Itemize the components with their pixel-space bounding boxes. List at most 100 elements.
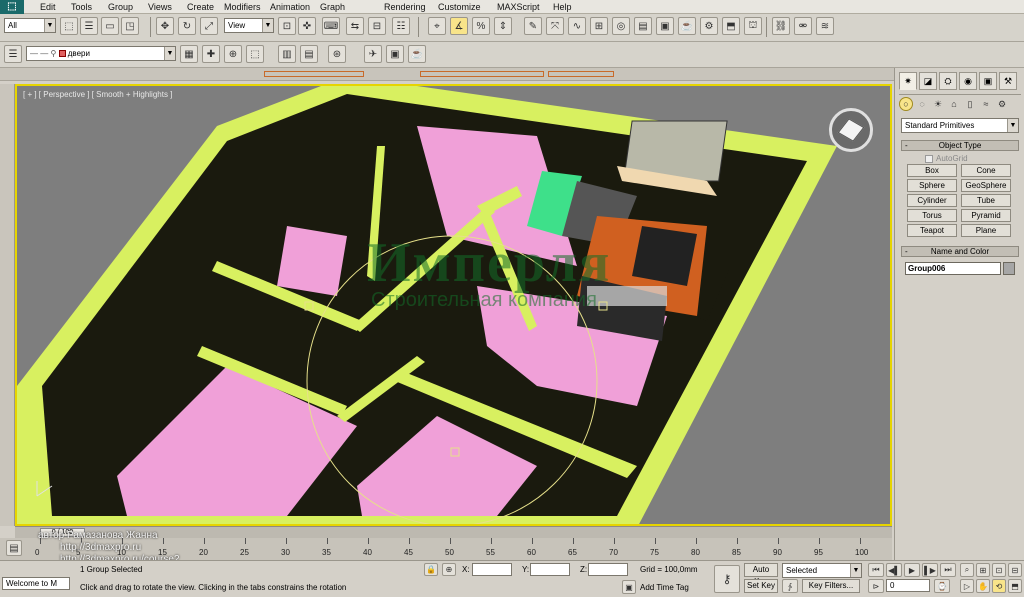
modify-tab-icon[interactable]: ◪ (919, 72, 937, 90)
link-icon[interactable]: ⛓ (772, 17, 790, 35)
object-name-field[interactable]: Group006 (905, 262, 1001, 275)
primitive-button[interactable]: GeoSphere (961, 179, 1011, 192)
environment-icon[interactable]: ⬒ (722, 17, 740, 35)
percent-snap-icon[interactable]: % (472, 17, 490, 35)
previous-frame-icon[interactable]: ◀▌ (886, 563, 902, 577)
viewcube[interactable] (829, 108, 873, 152)
primitive-button[interactable]: Pyramid (961, 209, 1011, 222)
checkbox-icon[interactable] (925, 154, 933, 163)
bind-spacewarp-icon[interactable]: ≋ (816, 17, 834, 35)
key-selection-dropdown[interactable]: Selected ▼ (782, 563, 862, 578)
object-color-swatch[interactable] (1003, 262, 1015, 275)
rectangular-selection-icon[interactable]: ▭ (101, 17, 119, 35)
hierarchy-tab-icon[interactable]: ⛭ (939, 72, 957, 90)
menu-item[interactable]: Graph Editors (320, 0, 348, 26)
systems-icon[interactable]: ⚙ (995, 97, 1009, 111)
select-object-icon[interactable]: ⬚ (60, 17, 78, 35)
edit-named-selection-icon[interactable]: ✎ (524, 17, 542, 35)
ribbon-tab-marker[interactable] (548, 71, 614, 77)
play-icon[interactable]: ▶ (904, 563, 920, 577)
primitive-button[interactable]: Tube (961, 194, 1011, 207)
absolute-mode-icon[interactable]: ⊕ (442, 563, 456, 576)
layer-manager-icon[interactable]: ▦ (180, 45, 198, 63)
add-to-layer-icon[interactable]: ⊕ (224, 45, 242, 63)
key-filters-button[interactable]: Key Filters... (802, 579, 860, 593)
time-configuration-icon[interactable]: ⌚ (934, 579, 950, 593)
menu-item[interactable]: Help (553, 0, 572, 14)
perspective-viewport[interactable]: [ + ] [ Perspective ] [ Smooth + Highlig… (15, 84, 892, 526)
orbit-icon[interactable]: ⟲ (992, 579, 1006, 593)
primitive-button[interactable]: Teapot (907, 224, 957, 237)
create-layer-icon[interactable]: ✚ (202, 45, 220, 63)
teapot-render-icon[interactable]: ☕ (408, 45, 426, 63)
menu-item[interactable]: Edit (40, 0, 56, 14)
menu-item[interactable]: Animation (270, 0, 310, 14)
menu-item[interactable]: Rendering (384, 0, 426, 14)
menu-item[interactable]: Modifiers (224, 0, 261, 14)
material-editor-icon[interactable]: ◎ (612, 17, 630, 35)
scale-icon[interactable]: ⤢ (200, 17, 218, 35)
ribbon-tab-marker[interactable] (420, 71, 544, 77)
select-in-layer-icon[interactable]: ⬚ (246, 45, 264, 63)
menu-item[interactable]: Tools (71, 0, 92, 14)
viewport-label[interactable]: [ + ] [ Perspective ] [ Smooth + Highlig… (23, 90, 172, 99)
display-tab-icon[interactable]: ▣ (979, 72, 997, 90)
menu-item[interactable]: Views (148, 0, 172, 14)
align-icon[interactable]: ⊟ (368, 17, 386, 35)
key-mode-icon[interactable]: ∱ (782, 579, 798, 593)
selection-filter-dropdown[interactable]: All ▼ (4, 18, 56, 33)
render-production-icon[interactable]: ⛫ (744, 17, 762, 35)
render-frame-icon[interactable]: ▣ (656, 17, 674, 35)
menu-item[interactable]: MAXScript (497, 0, 540, 14)
x-coordinate-field[interactable] (472, 563, 512, 576)
menu-item[interactable]: Customize (438, 0, 481, 14)
keyboard-shortcut-icon[interactable]: ⌨ (322, 17, 340, 35)
zoom-icon[interactable]: ⌕ (960, 563, 974, 577)
lock-selection-icon[interactable]: 🔒 (424, 563, 438, 576)
unlink-icon[interactable]: ⚮ (794, 17, 812, 35)
move-icon[interactable]: ✥ (156, 17, 174, 35)
auto-key-button[interactable]: Auto Key (744, 563, 778, 586)
zoom-extents-icon[interactable]: ⊡ (992, 563, 1006, 577)
helpers-icon[interactable]: ▯ (963, 97, 977, 111)
render-window-icon[interactable]: ▣ (386, 45, 404, 63)
go-to-end-icon[interactable]: ⏭ (940, 563, 956, 577)
name-and-color-rollout[interactable]: - Name and Color (901, 246, 1019, 257)
time-tag-icon[interactable]: ▣ (622, 580, 636, 594)
pan-view-icon[interactable]: ✋ (976, 579, 990, 593)
viewcube-icon[interactable] (837, 118, 865, 142)
mini-curve-editor-icon[interactable]: ▤ (6, 540, 22, 556)
primitive-button[interactable]: Torus (907, 209, 957, 222)
primitive-button[interactable]: Sphere (907, 179, 957, 192)
z-coordinate-field[interactable] (588, 563, 628, 576)
next-frame-icon[interactable]: ▌▶ (922, 563, 938, 577)
autogrid-checkbox[interactable]: AutoGrid (925, 154, 968, 163)
rotate-icon[interactable]: ↻ (178, 17, 196, 35)
lights-icon[interactable]: ☀ (931, 97, 945, 111)
current-frame-field[interactable]: 0 (886, 579, 930, 592)
y-coordinate-field[interactable] (530, 563, 570, 576)
primitive-button[interactable]: Cylinder (907, 194, 957, 207)
snap-toggle-icon[interactable]: ⌖ (428, 17, 446, 35)
primitive-button[interactable]: Box (907, 164, 957, 177)
primitive-button[interactable]: Cone (961, 164, 1011, 177)
render-preset-icon[interactable]: ⚙ (700, 17, 718, 35)
app-logo-icon[interactable]: ⬚ (0, 0, 24, 14)
cameras-icon[interactable]: ⌂ (947, 97, 961, 111)
spinner-snap-icon[interactable]: ⇕ (494, 17, 512, 35)
mirror-icon[interactable]: ⇆ (346, 17, 364, 35)
curve-editor-icon[interactable]: ∿ (568, 17, 586, 35)
ribbon-icon[interactable]: ▤ (300, 45, 318, 63)
layer-list-icon[interactable]: ☰ (4, 45, 22, 63)
zoom-extents-all-icon[interactable]: ⊟ (1008, 563, 1022, 577)
reference-coordinate-dropdown[interactable]: View ▼ (224, 18, 274, 33)
layer-dropdown[interactable]: — — ⚲ двери ▼ (26, 46, 176, 61)
layer-manager-icon[interactable]: ☷ (392, 17, 410, 35)
maximize-viewport-icon[interactable]: ⬒ (1008, 579, 1022, 593)
shapes-icon[interactable]: ◌ (915, 97, 929, 111)
select-by-name-icon[interactable]: ☰ (80, 17, 98, 35)
render-setup-icon[interactable]: ▤ (634, 17, 652, 35)
window-crossing-icon[interactable]: ◳ (121, 17, 139, 35)
ribbon-tab-marker[interactable] (264, 71, 364, 77)
space-warps-icon[interactable]: ≈ (979, 97, 993, 111)
